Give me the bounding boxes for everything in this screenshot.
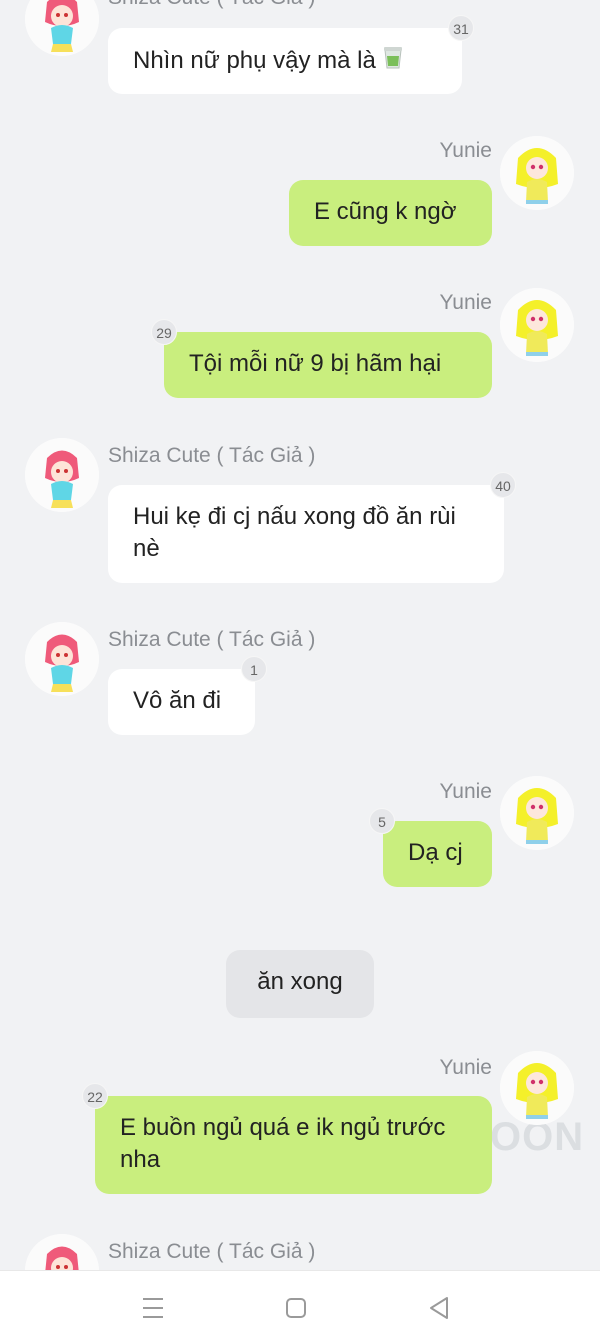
- sender-name: Shiza Cute ( Tác Giả ): [108, 1240, 316, 1263]
- message-bubble[interactable]: Hui kẹ đi cj nấu xong đồ ăn rùi nè: [108, 485, 504, 583]
- avatar-yunie[interactable]: [500, 776, 574, 850]
- message-bubble[interactable]: Vô ăn đi: [108, 669, 255, 735]
- sender-name: Shiza Cute ( Tác Giả ): [108, 444, 316, 467]
- avatar-yunie[interactable]: [500, 288, 574, 362]
- reaction-count-badge[interactable]: 5: [369, 808, 395, 834]
- message-text: E cũng k ngờ: [314, 198, 457, 225]
- message-text: Dạ cj: [408, 839, 463, 866]
- message-bubble[interactable]: E cũng k ngờ: [289, 180, 492, 246]
- reaction-count-badge[interactable]: 31: [448, 15, 474, 41]
- narration-text: ăn xong: [257, 968, 343, 995]
- message-text: Tội mỗi nữ 9 bị hãm hại: [189, 350, 442, 377]
- sender-name: Yunie: [439, 780, 492, 803]
- avatar-shiza[interactable]: [25, 0, 99, 56]
- sender-name: Shiza Cute ( Tác Giả ): [108, 628, 316, 651]
- message-bubble[interactable]: Tội mỗi nữ 9 bị hãm hại: [164, 332, 492, 398]
- avatar-yunie[interactable]: [500, 1051, 574, 1125]
- home-square-icon[interactable]: [281, 1293, 311, 1323]
- message-text: E buồn ngủ quá e ik ngủ trước nha: [120, 1114, 446, 1173]
- message-text: Vô ăn đi: [133, 687, 222, 714]
- reaction-count-badge[interactable]: 29: [151, 319, 177, 345]
- message-bubble[interactable]: Dạ cj: [383, 821, 492, 887]
- green-tea-icon: [382, 44, 404, 79]
- chat-thread[interactable]: Shiza Cute ( Tác Giả ) Nhìn nữ phụ vậy m…: [0, 0, 600, 1270]
- reaction-count-badge[interactable]: 1: [241, 656, 267, 682]
- system-navigation-bar: [0, 1270, 600, 1344]
- message-text: Nhìn nữ phụ vậy mà là: [133, 46, 376, 74]
- message-bubble[interactable]: E buồn ngủ quá e ik ngủ trước nha: [95, 1096, 492, 1194]
- sender-name: Yunie: [439, 1056, 492, 1079]
- avatar-shiza[interactable]: [25, 1234, 99, 1270]
- narration-bubble[interactable]: ăn xong: [226, 950, 374, 1018]
- back-triangle-icon[interactable]: [425, 1293, 455, 1323]
- message-bubble[interactable]: Nhìn nữ phụ vậy mà là: [108, 28, 462, 94]
- menu-icon[interactable]: [138, 1293, 168, 1323]
- message-text: Hui kẹ đi cj nấu xong đồ ăn rùi nè: [133, 503, 456, 562]
- avatar-yunie[interactable]: [500, 136, 574, 210]
- avatar-shiza[interactable]: [25, 622, 99, 696]
- reaction-count-badge[interactable]: 22: [82, 1083, 108, 1109]
- sender-name: Shiza Cute ( Tác Giả ): [108, 0, 315, 10]
- sender-name: Yunie: [439, 291, 492, 314]
- avatar-shiza[interactable]: [25, 438, 99, 512]
- sender-name: Yunie: [439, 139, 492, 162]
- reaction-count-badge[interactable]: 40: [490, 472, 516, 498]
